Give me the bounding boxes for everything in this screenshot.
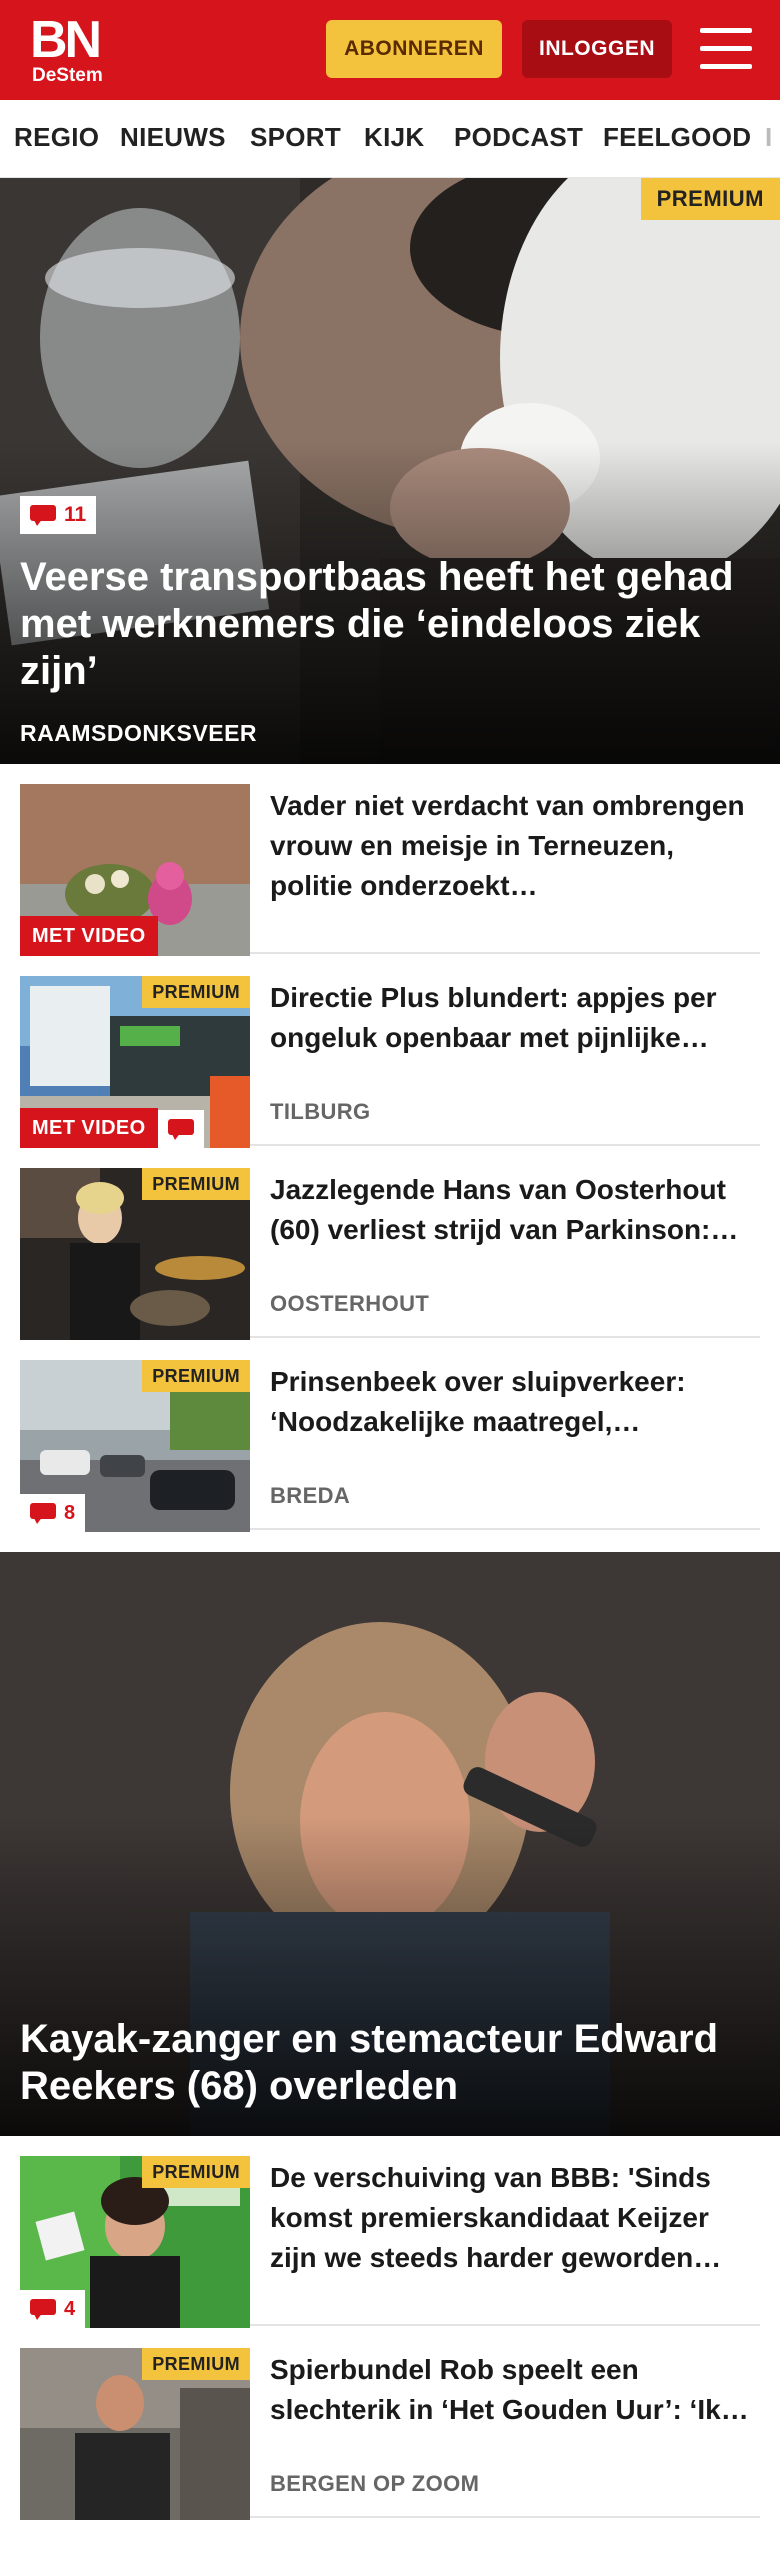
article-thumbnail: PREMIUM 8 <box>20 1360 250 1532</box>
article-headline[interactable]: Directie Plus blundert: appjes per ongel… <box>270 978 760 1058</box>
premium-badge: PREMIUM <box>640 178 780 220</box>
comment-icon <box>30 1503 56 1524</box>
article-thumbnail: PREMIUM <box>20 1168 250 1340</box>
hero-article-2[interactable]: Kayak-zanger en stemacteur Edward Reeker… <box>0 1552 780 2136</box>
premium-badge: PREMIUM <box>142 976 250 1008</box>
article-thumbnail: MET VIDEO <box>20 784 250 956</box>
comment-count: 11 <box>64 503 87 526</box>
comment-count: 8 <box>64 1501 76 1524</box>
article-headline[interactable]: Spierbundel Rob speelt een slechterik in… <box>270 2350 760 2430</box>
list-item[interactable]: PREMIUM 4 De verschuiving van BBB: 'Sind… <box>20 2136 760 2328</box>
article-headline[interactable]: Jazzlegende Hans van Oosterhout (60) ver… <box>270 1170 760 1250</box>
list-item[interactable]: PREMIUM Spierbundel Rob speelt een slech… <box>20 2328 760 2520</box>
list-item[interactable]: PREMIUM 8 Prinsenbeek over sluipverkeer:… <box>20 1340 760 1532</box>
premium-badge: PREMIUM <box>142 2348 250 2380</box>
article-location: BERGEN OP ZOOM <box>270 2471 480 2496</box>
hero-article-1[interactable]: PREMIUM 11 Veerse transportbaas heeft he… <box>0 178 780 764</box>
premium-badge: PREMIUM <box>142 1360 250 1392</box>
nav-item-more[interactable]: I <box>765 122 773 153</box>
nav-item-nieuws[interactable]: NIEUWS <box>120 122 226 153</box>
hero-1-headline[interactable]: Veerse transportbaas heeft het gehad met… <box>20 554 765 695</box>
comment-icon <box>30 2299 56 2320</box>
article-headline[interactable]: De verschuiving van BBB: 'Sinds komst pr… <box>270 2158 760 2278</box>
comment-count-badge[interactable]: 8 <box>20 1494 86 1532</box>
article-thumbnail: PREMIUM MET VIDEO <box>20 976 250 1148</box>
premium-badge: PREMIUM <box>142 2156 250 2188</box>
comment-count-badge[interactable]: 4 <box>20 2290 86 2328</box>
logo-main: BN <box>30 11 102 69</box>
article-thumbnail: PREMIUM 4 <box>20 2156 250 2328</box>
site-header: BN DeStem ABONNEREN INLOGGEN <box>0 0 780 100</box>
site-logo[interactable]: BN DeStem <box>30 14 114 88</box>
hero-2-headline[interactable]: Kayak-zanger en stemacteur Edward Reeker… <box>20 2016 765 2110</box>
list-item[interactable]: PREMIUM Jazzlegende Hans van Oosterhout … <box>20 1148 760 1340</box>
hamburger-menu-icon[interactable] <box>700 28 752 70</box>
comment-icon <box>30 505 56 526</box>
logo-sub: DeStem <box>32 65 103 86</box>
comment-count-badge[interactable] <box>158 1110 204 1148</box>
nav-item-kijk[interactable]: KIJK <box>364 122 424 153</box>
article-location: TILBURG <box>270 1099 371 1124</box>
comment-count-badge[interactable]: 11 <box>20 496 97 534</box>
article-location: OOSTERHOUT <box>270 1291 430 1316</box>
nav-item-sport[interactable]: SPORT <box>250 122 341 153</box>
nav-item-regio[interactable]: REGIO <box>14 122 99 153</box>
comment-count: 4 <box>64 2297 76 2320</box>
section-nav: REGIO NIEUWS SPORT KIJK PODCAST FEELGOOD… <box>0 100 780 178</box>
comment-icon <box>168 1119 194 1140</box>
hero-1-location: RAAMSDONKSVEER <box>20 720 258 746</box>
list-item[interactable]: MET VIDEO Vader niet verdacht van ombren… <box>20 764 760 956</box>
video-badge: MET VIDEO <box>20 916 158 956</box>
article-headline[interactable]: Prinsenbeek over sluipverkeer: ‘Noodzake… <box>270 1362 760 1442</box>
login-button[interactable]: INLOGGEN <box>522 20 672 78</box>
article-thumbnail: PREMIUM <box>20 2348 250 2520</box>
article-location: BREDA <box>270 1483 351 1508</box>
subscribe-button[interactable]: ABONNEREN <box>326 20 502 78</box>
nav-item-feelgood[interactable]: FEELGOOD <box>603 122 751 153</box>
premium-badge: PREMIUM <box>142 1168 250 1200</box>
list-item[interactable]: PREMIUM MET VIDEO Directie Plus blundert… <box>20 956 760 1148</box>
video-badge: MET VIDEO <box>20 1108 158 1148</box>
nav-item-podcast[interactable]: PODCAST <box>454 122 583 153</box>
article-headline[interactable]: Vader niet verdacht van ombrengen vrouw … <box>270 786 760 906</box>
